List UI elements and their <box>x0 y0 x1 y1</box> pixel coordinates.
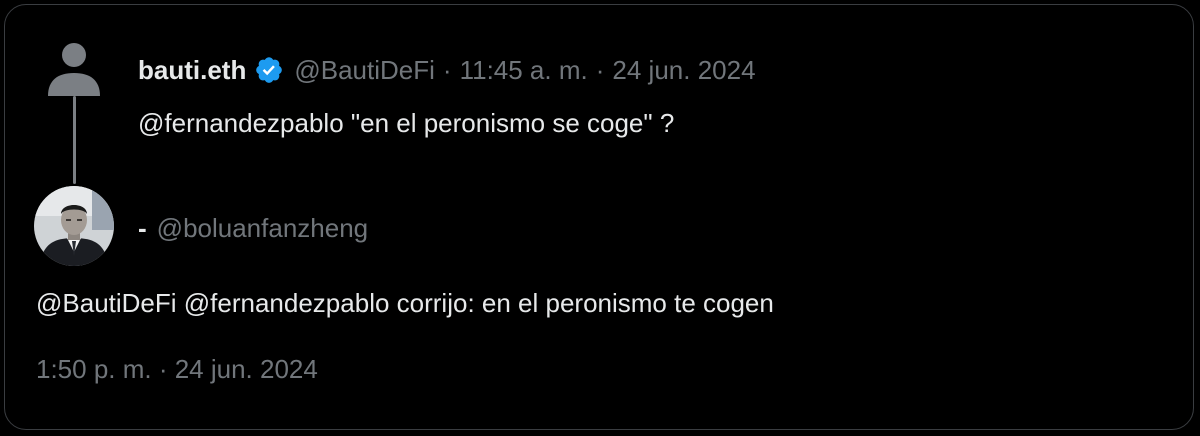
default-user-icon[interactable] <box>44 38 104 98</box>
reply-timestamp[interactable]: 1:50 p. m. · 24 jun. 2024 <box>36 354 318 385</box>
separator-dot: · <box>595 54 605 85</box>
verified-badge-icon[interactable] <box>254 55 284 85</box>
parent-time[interactable]: 11:45 a. m. <box>460 55 588 86</box>
parent-tweet-header: bauti.eth @BautiDeFi · 11:45 a. m. · 24 … <box>138 52 756 88</box>
thread-connector-line <box>73 96 76 184</box>
reply-display-name[interactable]: - <box>138 213 147 244</box>
avatar[interactable] <box>34 186 114 266</box>
profile-photo <box>34 186 114 266</box>
reply-tweet-text: @BautiDeFi @fernandezpablo corrijo: en e… <box>36 288 774 318</box>
parent-display-name[interactable]: bauti.eth <box>138 55 246 86</box>
reply-tweet-header: - @boluanfanzheng <box>138 210 368 246</box>
parent-date[interactable]: 24 jun. 2024 <box>612 55 755 86</box>
reply-handle[interactable]: @boluanfanzheng <box>157 213 368 244</box>
parent-tweet-text: @fernandezpablo "en el peronismo se coge… <box>138 108 675 138</box>
parent-handle[interactable]: @BautiDeFi <box>294 55 435 86</box>
separator-dot: · <box>442 54 452 85</box>
